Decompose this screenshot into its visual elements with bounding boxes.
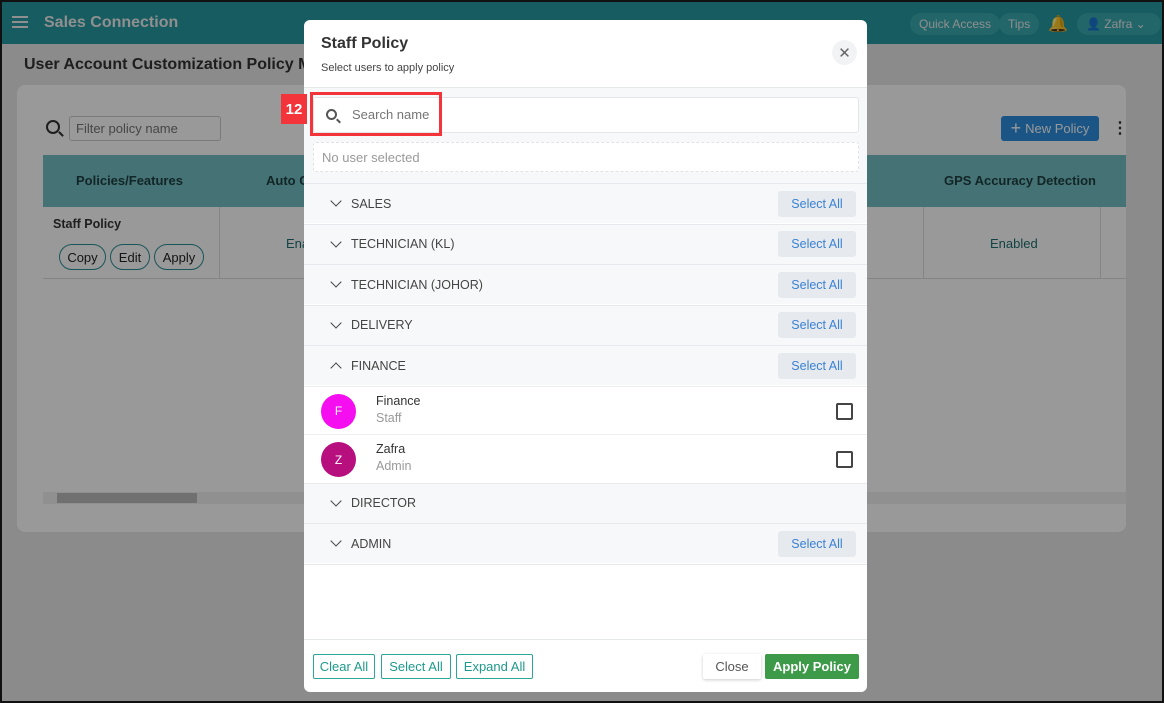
divider [304, 563, 867, 565]
avatar: Z [321, 442, 356, 477]
group-select-all-button[interactable]: Select All [778, 231, 856, 257]
user-row[interactable]: Z Zafra Admin [304, 434, 867, 482]
group-name: ADMIN [351, 536, 392, 551]
chevron-down-icon[interactable] [330, 494, 342, 507]
expand-all-button[interactable]: Expand All [456, 654, 533, 679]
selected-users-area: No user selected [313, 142, 859, 172]
annotation-label: 12 [281, 94, 307, 124]
group-select-all-button[interactable]: Select All [778, 190, 856, 217]
group-row[interactable]: TECHNICIAN (KL) Select All [304, 223, 867, 264]
group-select-all-button[interactable]: Select All [778, 530, 856, 557]
group-select-all-button[interactable]: Select All [778, 312, 856, 338]
select-all-button[interactable]: Select All [381, 654, 451, 679]
user-row[interactable]: F Finance Staff [304, 385, 867, 434]
group-row[interactable]: DIRECTOR [304, 482, 867, 523]
user-name: Zafra [376, 442, 406, 456]
group-select-all-button[interactable]: Select All [778, 271, 856, 298]
chevron-down-icon[interactable] [330, 235, 342, 248]
group-row[interactable]: DELIVERY Select All [304, 304, 867, 345]
group-row[interactable]: SALES Select All [304, 183, 867, 223]
apply-policy-button[interactable]: Apply Policy [765, 654, 859, 679]
chevron-up-icon[interactable] [330, 362, 342, 374]
group-name: DELIVERY [351, 318, 413, 332]
user-checkbox[interactable] [836, 451, 853, 468]
user-name: Finance [376, 393, 421, 408]
group-name: TECHNICIAN (JOHOR) [351, 277, 483, 292]
close-icon[interactable]: ✕ [832, 40, 857, 65]
annotation-highlight [310, 92, 442, 136]
dialog-title: Staff Policy [321, 35, 409, 52]
clear-all-button[interactable]: Clear All [313, 654, 375, 679]
staff-policy-dialog: Staff Policy Select users to apply polic… [304, 20, 867, 692]
group-name: DIRECTOR [351, 496, 417, 510]
group-row[interactable]: ADMIN Select All [304, 523, 867, 563]
dialog-footer: Clear All Select All Expand All Close Ap… [304, 639, 867, 692]
group-row[interactable]: FINANCE Select All [304, 345, 867, 385]
app-window: Sales Connection Quick Access Tips 🔔 👤 Z… [0, 0, 1164, 703]
group-name: TECHNICIAN (KL) [351, 237, 455, 251]
user-role: Staff [376, 410, 402, 425]
chevron-down-icon[interactable] [330, 535, 342, 547]
group-name: SALES [351, 196, 392, 211]
group-select-all-button[interactable]: Select All [778, 352, 856, 379]
chevron-down-icon[interactable] [330, 316, 342, 329]
avatar: F [321, 393, 356, 429]
close-button[interactable]: Close [703, 654, 761, 679]
chevron-down-icon[interactable] [330, 276, 342, 288]
user-role: Admin [376, 459, 412, 473]
group-row[interactable]: TECHNICIAN (JOHOR) Select All [304, 264, 867, 304]
chevron-down-icon[interactable] [330, 195, 342, 207]
dialog-subtitle: Select users to apply policy [321, 62, 455, 74]
user-checkbox[interactable] [836, 402, 853, 420]
group-name: FINANCE [351, 358, 406, 373]
